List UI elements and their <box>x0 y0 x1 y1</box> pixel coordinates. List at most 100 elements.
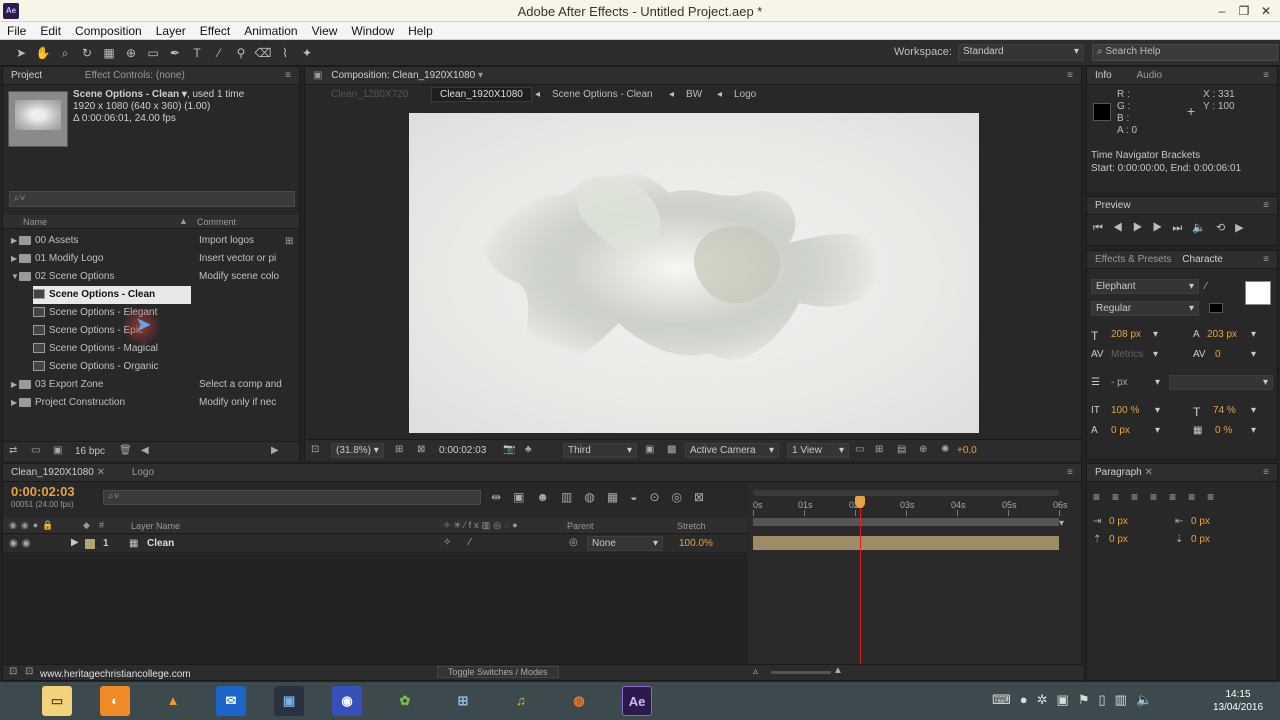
mask-visibility-icon[interactable]: ⊠ <box>417 444 425 455</box>
hand-tool-icon[interactable]: ✋ <box>32 42 54 64</box>
trash-icon[interactable]: 🗑 <box>119 445 132 456</box>
rotate-tool-icon[interactable]: ↻ <box>76 42 98 64</box>
graph-editor-icon[interactable]: ◒ <box>630 490 649 504</box>
tab-effects-presets[interactable]: Effects & Presets <box>1095 254 1172 265</box>
firefox-icon[interactable]: ◍ <box>564 686 594 716</box>
zoom-tool-icon[interactable]: ⌕ <box>54 42 76 64</box>
loop-icon[interactable]: ⟲ <box>1216 222 1235 234</box>
panel-menu-icon[interactable]: ≡ <box>285 70 291 81</box>
indent-right-value[interactable]: 0 px <box>1191 516 1210 527</box>
list-item[interactable]: ▶ Project Construction <box>3 394 125 412</box>
space-before-value[interactable]: 0 px <box>1109 534 1128 545</box>
layer-duration-bar[interactable] <box>753 536 1059 550</box>
tab-paragraph[interactable]: Paragraph <box>1095 467 1142 478</box>
motion-blur-icon[interactable]: ◍ <box>584 490 606 504</box>
monitor-app-icon[interactable]: ▣ <box>274 686 304 716</box>
menu-help[interactable]: Help <box>401 22 440 38</box>
snapshot-icon[interactable]: 📷 <box>503 444 515 455</box>
flag-icon[interactable]: ⚑ <box>1078 692 1099 707</box>
ram-preview-icon[interactable]: ▶ <box>1235 222 1253 234</box>
work-area-range[interactable] <box>753 518 1059 526</box>
camera-dropdown[interactable]: Active Camera ▾ <box>685 443 779 458</box>
horizontal-scale-value[interactable]: 74 % <box>1213 405 1236 416</box>
zoom-slider[interactable] <box>771 671 831 674</box>
panel-menu-icon[interactable]: ≡ <box>1067 70 1073 81</box>
transparency-grid-icon[interactable]: ▩ <box>667 444 676 455</box>
justify-left-icon[interactable]: ≡ <box>1150 490 1169 504</box>
justify-center-icon[interactable]: ≡ <box>1169 490 1188 504</box>
puppet-tool-icon[interactable]: ✦ <box>296 42 318 64</box>
tracking-value[interactable]: 0 <box>1215 349 1221 360</box>
layer-name[interactable]: Clean <box>147 538 174 549</box>
clone-stamp-tool-icon[interactable]: ⚲ <box>230 42 252 64</box>
lock-icon[interactable]: ▣ <box>313 70 322 81</box>
font-style-dropdown[interactable]: Regular ▾ <box>1091 301 1199 316</box>
breadcrumb-item[interactable]: Clean_1280X720 <box>331 89 408 100</box>
menu-view[interactable]: View <box>305 22 345 38</box>
record-icon[interactable]: ● <box>1020 692 1037 707</box>
font-family-dropdown[interactable]: Elephant ▾ <box>1091 279 1199 294</box>
zoom-out-icon[interactable]: ▵ <box>753 666 758 677</box>
exposure-icon[interactable]: ✺ <box>941 444 949 455</box>
column-number[interactable]: # <box>99 520 104 530</box>
headphones-app-icon[interactable]: ♫ <box>506 686 536 716</box>
tab-info[interactable]: Info <box>1095 70 1112 81</box>
flowchart-icon[interactable]: ⊕ <box>919 444 927 455</box>
panel-menu-icon[interactable]: ≡ <box>1263 70 1269 81</box>
browser-app-icon[interactable]: ◐ <box>100 686 130 716</box>
timeline-icon[interactable]: ▤ <box>897 444 906 455</box>
camera-tool-icon[interactable]: ▦ <box>98 42 120 64</box>
auto-keyframe-icon[interactable]: ⊙ <box>649 490 671 504</box>
clock[interactable]: 14:15 13/04/2016 <box>1200 688 1276 714</box>
brush-tool-icon[interactable]: ⁄ <box>208 42 230 64</box>
baseline-shift-value[interactable]: 0 px <box>1111 425 1130 436</box>
column-stretch[interactable]: Stretch <box>677 521 706 531</box>
list-item[interactable]: ▼ 02 Scene Options <box>3 268 115 286</box>
current-time[interactable]: 0:00:02:03 <box>439 445 486 456</box>
rectangle-tool-icon[interactable]: ▭ <box>142 42 164 64</box>
tab-character[interactable]: Characte <box>1182 254 1223 265</box>
space-after-value[interactable]: 0 px <box>1191 534 1210 545</box>
tab-effect-controls[interactable]: Effect Controls: (none) <box>85 70 185 81</box>
breadcrumb-item[interactable]: BW <box>686 89 702 100</box>
scroll-right-icon[interactable]: ▶ <box>271 445 279 456</box>
roto-brush-tool-icon[interactable]: ⌇ <box>274 42 296 64</box>
previous-frame-icon[interactable]: ◀ <box>1113 222 1133 234</box>
tab-clean-comp[interactable]: Clean_1920X1080 <box>11 467 94 478</box>
list-item[interactable]: ▶ 00 Assets <box>3 232 78 250</box>
column-comment[interactable]: Comment <box>197 217 236 227</box>
paint-app-icon[interactable]: ✿ <box>390 686 420 716</box>
chevron-down-icon[interactable]: ▾ <box>1251 349 1256 360</box>
stroke-width-value[interactable]: - px <box>1111 377 1128 388</box>
stretch-value[interactable]: 100.0% <box>679 538 713 549</box>
list-item[interactable]: ▶ 01 Modify Logo <box>3 250 103 268</box>
tab-audio[interactable]: Audio <box>1136 70 1162 81</box>
expand-icon[interactable]: ▶ <box>11 376 19 394</box>
quality-icon[interactable]: ⁄ <box>469 537 471 548</box>
bpc-label[interactable]: 16 bpc <box>75 446 105 457</box>
file-explorer-icon[interactable]: ▭ <box>42 686 72 716</box>
vlc-icon[interactable]: ▲ <box>158 686 188 716</box>
region-of-interest-icon[interactable]: ▣ <box>645 444 654 455</box>
chart-icon[interactable]: ⊠ <box>694 490 716 504</box>
chevron-down-icon[interactable]: ▾ <box>1251 329 1256 340</box>
layer-label-swatch[interactable] <box>85 539 95 549</box>
frame-blending-icon[interactable]: ▥ <box>561 490 584 504</box>
draft-3d-icon[interactable]: ▣ <box>513 490 536 504</box>
chevron-down-icon[interactable]: ▾ <box>1155 425 1160 436</box>
close-icon[interactable]: ✕ <box>1256 3 1276 19</box>
chevron-down-icon[interactable]: ▾ <box>1153 349 1158 360</box>
playhead[interactable] <box>860 498 862 680</box>
black-swatch[interactable] <box>1209 303 1223 313</box>
expand-icon[interactable]: ▶ <box>11 394 19 412</box>
expand-icon[interactable]: ▶ <box>11 232 19 250</box>
maximize-icon[interactable]: ❐ <box>1234 3 1254 19</box>
parent-dropdown[interactable]: None ▾ <box>587 536 663 551</box>
chevron-down-icon[interactable]: ▾ <box>478 70 483 81</box>
vertical-scale-value[interactable]: 100 % <box>1111 405 1139 416</box>
workspace-dropdown[interactable]: Standard ▾ <box>958 44 1084 61</box>
panel-menu-icon[interactable]: ≡ <box>1263 254 1269 265</box>
new-comp-icon[interactable]: ▣ <box>53 445 62 456</box>
audio-icon[interactable]: 🔈 <box>1192 222 1216 234</box>
battery-icon[interactable]: ▯ <box>1098 692 1114 707</box>
